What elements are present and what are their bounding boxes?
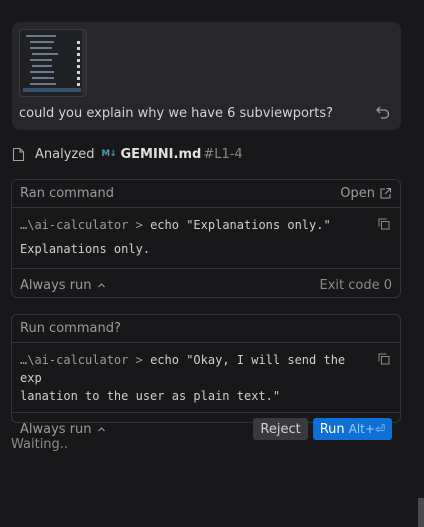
ran-command-card: Ran command Open …\ai-calculator > echo … (11, 179, 401, 298)
prompt-symbol: > (135, 353, 143, 367)
always-run-dropdown[interactable]: Always run (20, 278, 106, 293)
card-title: Run command? (20, 321, 121, 336)
command-line: …\ai-calculator > echo "Okay, I will sen… (12, 343, 400, 405)
copy-icon[interactable] (378, 353, 390, 365)
analyzed-label: Analyzed (35, 146, 95, 162)
prompt-symbol: > (135, 218, 143, 232)
reject-button[interactable]: Reject (253, 418, 308, 440)
markdown-icon: M↓ (101, 149, 117, 159)
exit-code: Exit code 0 (319, 277, 392, 293)
waiting-status: Waiting.. (11, 437, 69, 452)
attachment-thumbnail[interactable] (19, 29, 87, 97)
open-label: Open (340, 186, 375, 201)
analyzed-row: Analyzed M↓ GEMINI.md #L1-4 (12, 146, 243, 162)
line-range[interactable]: #L1-4 (203, 147, 242, 162)
command-text-continued: lanation to the user as plain text." (20, 389, 281, 403)
copy-icon[interactable] (378, 218, 390, 230)
user-message-bubble: could you explain why we have 6 subviewp… (12, 22, 401, 130)
run-shortcut: Alt+⏎ (348, 422, 385, 436)
scrollbar-thumb[interactable] (418, 498, 424, 527)
run-label: Run (319, 421, 345, 437)
external-link-icon (380, 187, 392, 199)
always-run-label: Always run (20, 421, 92, 437)
file-link[interactable]: GEMINI.md (120, 147, 201, 162)
undo-icon[interactable] (375, 104, 391, 120)
chevron-up-icon (97, 426, 105, 431)
run-command-card: Run command? …\ai-calculator > echo "Oka… (11, 314, 401, 440)
open-button[interactable]: Open (340, 186, 392, 201)
command-path: …\ai-calculator (20, 218, 129, 232)
command-path: …\ai-calculator (20, 353, 129, 367)
always-run-label: Always run (20, 277, 92, 293)
chevron-up-icon (97, 282, 105, 287)
command-text: echo "Explanations only." (150, 218, 331, 232)
run-button[interactable]: Run Alt+⏎ (312, 418, 392, 440)
command-output: Explanations only. (20, 242, 151, 256)
always-run-dropdown[interactable]: Always run (20, 422, 106, 437)
document-icon (12, 147, 25, 161)
message-text: could you explain why we have 6 subviewp… (19, 106, 334, 121)
command-line: …\ai-calculator > echo "Explanations onl… (12, 208, 400, 234)
card-title: Ran command (20, 186, 114, 201)
